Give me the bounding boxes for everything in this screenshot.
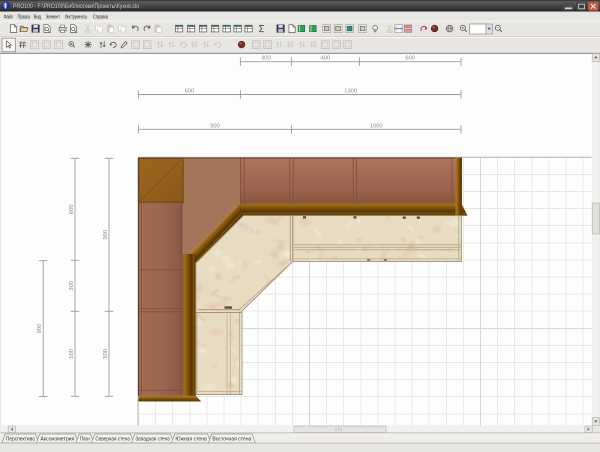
svg-text:300: 300 <box>261 56 271 62</box>
svg-text:Правка: Правка <box>18 14 30 20</box>
svg-text:500: 500 <box>69 349 75 359</box>
svg-text:400: 400 <box>321 56 331 62</box>
svg-text:План: План <box>80 436 90 442</box>
svg-text:Восточная стена: Восточная стена <box>212 436 252 442</box>
svg-text:Южная стена: Южная стена <box>175 436 207 442</box>
svg-text:PRO100 - F:\PRO100\Библиотеки\: PRO100 - F:\PRO100\Библиотеки\Проекты\Ку… <box>13 4 140 10</box>
svg-text:800: 800 <box>37 324 43 334</box>
svg-text:Справка: Справка <box>93 14 108 20</box>
svg-text:900: 900 <box>210 123 220 129</box>
svg-text:Западная стена: Западная стена <box>135 436 170 442</box>
svg-text:1300: 1300 <box>344 89 357 95</box>
svg-text:Северная стена: Северная стена <box>95 436 130 442</box>
svg-text:Инструменты: Инструменты <box>65 14 87 20</box>
svg-text:600: 600 <box>405 56 415 62</box>
svg-text:900: 900 <box>103 230 109 240</box>
svg-text:1000: 1000 <box>370 123 383 129</box>
svg-text:600: 600 <box>69 204 75 214</box>
svg-text:Перспектива: Перспектива <box>6 436 36 442</box>
svg-text:Вид: Вид <box>34 14 41 20</box>
svg-text:Аксонометрия: Аксонометрия <box>40 436 74 442</box>
svg-text:Файл: Файл <box>4 13 13 20</box>
svg-text:Элемент: Элемент <box>46 14 61 20</box>
svg-text:300: 300 <box>69 281 75 291</box>
svg-text:600: 600 <box>185 89 195 95</box>
svg-text:500: 500 <box>103 349 109 359</box>
